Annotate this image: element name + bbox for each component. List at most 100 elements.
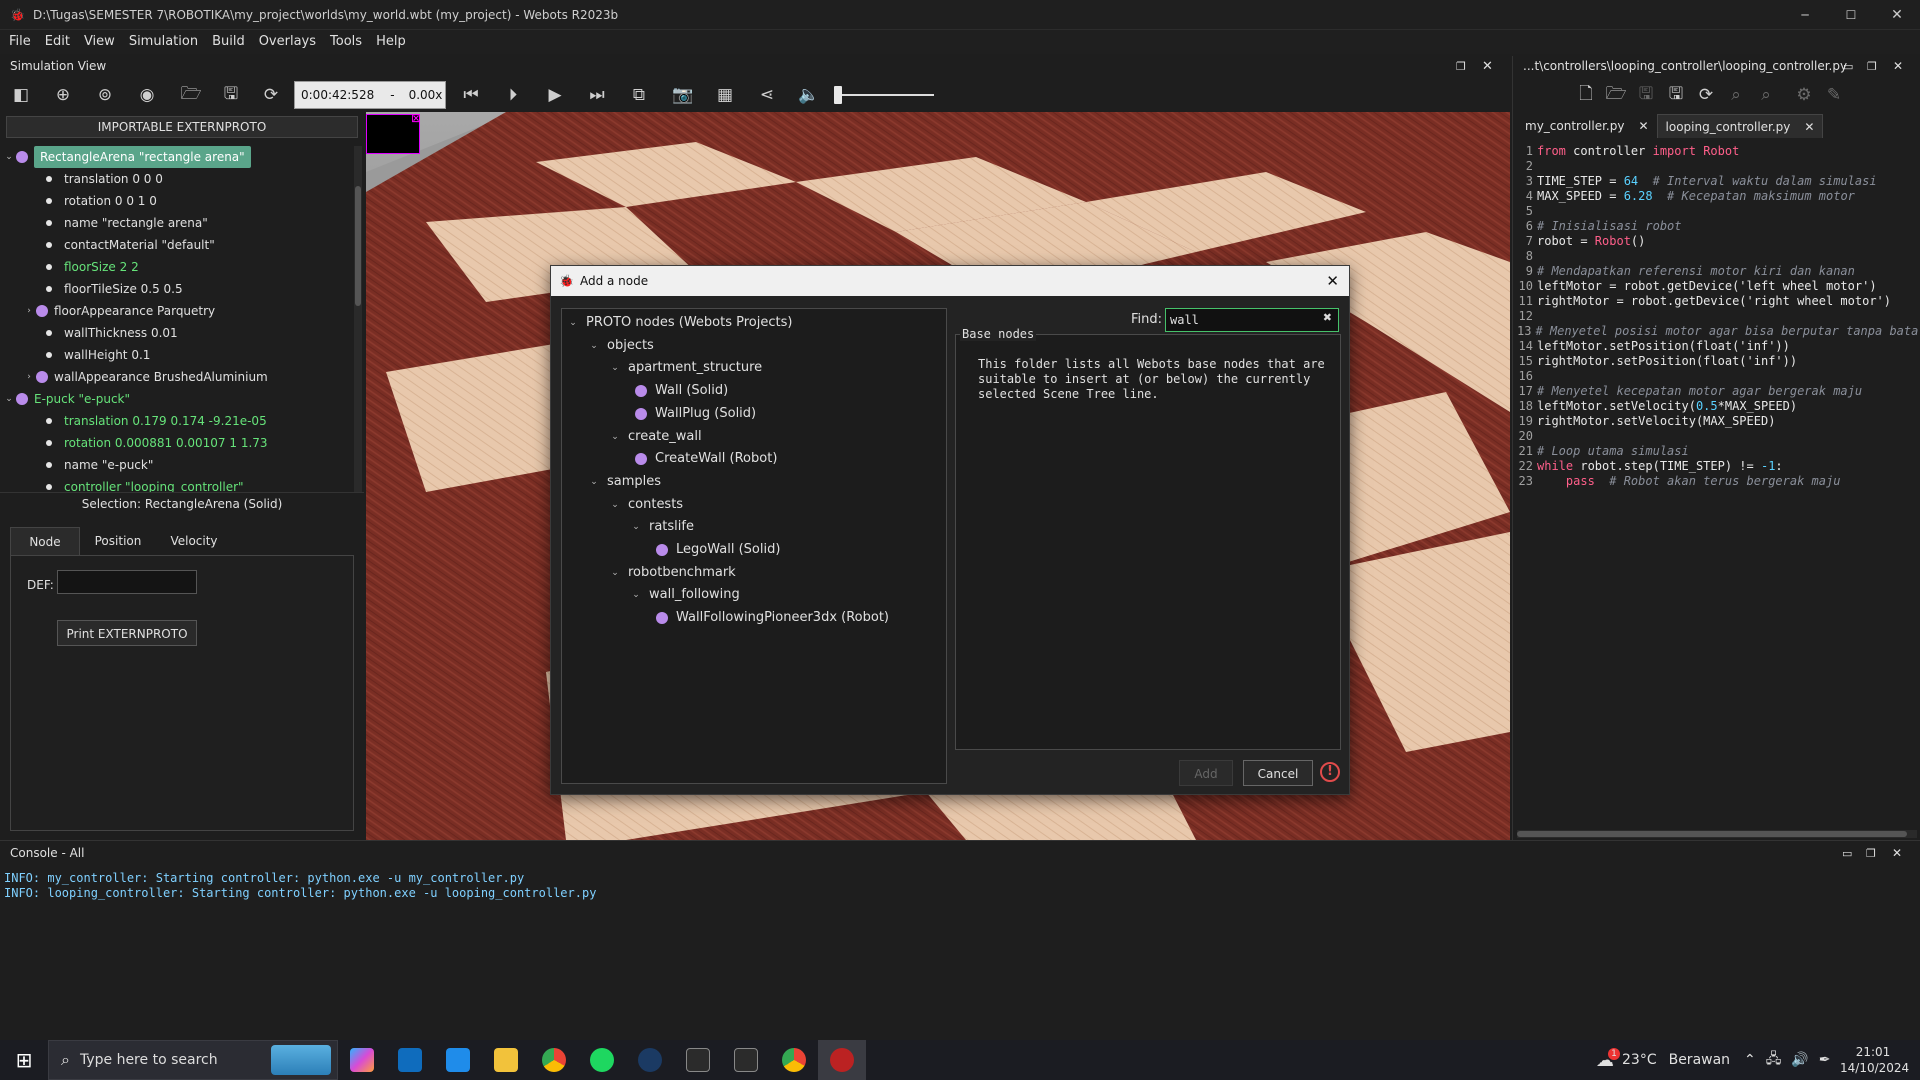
clean-icon[interactable]: ✎	[1821, 82, 1847, 108]
proto-folder-item[interactable]: ⌄ wall_following	[629, 584, 740, 606]
save-world-icon[interactable]: 🖫	[218, 82, 244, 108]
chevron-down-icon[interactable]: ⌄	[587, 335, 601, 357]
chrome-icon[interactable]	[530, 1040, 578, 1080]
run-realtime-icon[interactable]: ▶	[542, 82, 568, 108]
scene-tree-node-row[interactable]: › floorAppearance Parquetry	[0, 300, 352, 322]
hide-scene-tree-icon[interactable]: ◧	[8, 82, 34, 108]
file-explorer-icon[interactable]	[482, 1040, 530, 1080]
float-console-icon[interactable]: ▭	[1842, 847, 1852, 860]
proto-folder-item[interactable]: ⌄ samples	[587, 471, 661, 493]
scene-tree-field-row[interactable]: name "rectangle arena"	[0, 212, 352, 234]
rendering-toggle-icon[interactable]: ⧉	[626, 82, 652, 108]
chevron-down-icon[interactable]: ⌄	[629, 584, 643, 606]
reset-simulation-icon[interactable]: ⏮	[458, 82, 484, 108]
find-icon[interactable]: ⌕	[1723, 82, 1749, 108]
add-node-icon[interactable]: ⊕	[50, 82, 76, 108]
scene-tree-field-row[interactable]: contactMaterial "default"	[0, 234, 352, 256]
chevron-up-icon[interactable]: ⌃	[1744, 1052, 1756, 1068]
scene-tree-field-row[interactable]: floorSize 2 2	[0, 256, 352, 278]
menu-simulation[interactable]: Simulation	[122, 30, 205, 54]
scene-tree-field-row[interactable]: name "e-puck"	[0, 454, 352, 476]
close-panel-icon[interactable]: ✕	[1482, 59, 1493, 74]
menu-help[interactable]: Help	[369, 30, 413, 54]
print-externproto-button[interactable]: Print EXTERNPROTO	[57, 620, 197, 646]
close-console-icon[interactable]: ✕	[1892, 846, 1902, 860]
open-world-icon[interactable]: 🗁	[178, 82, 204, 108]
chevron-down-icon[interactable]: ⌄	[608, 562, 622, 584]
build-gear-icon[interactable]: ⚙	[1791, 82, 1817, 108]
epic-games-icon[interactable]	[722, 1040, 770, 1080]
close-window-button[interactable]: ✕	[1874, 7, 1920, 23]
scene-tree-node-row[interactable]: ⌄ RectangleArena "rectangle arena"	[0, 146, 352, 168]
taskbar-search-box[interactable]: ⌕ Type here to search	[48, 1040, 338, 1080]
add-button[interactable]: Add	[1179, 760, 1233, 786]
close-editor-icon[interactable]: ✕	[1893, 59, 1903, 73]
close-tab-icon[interactable]: ✕	[1638, 119, 1648, 133]
cancel-button[interactable]: Cancel	[1243, 760, 1313, 786]
proto-node-item[interactable]: WallPlug (Solid)	[629, 403, 756, 425]
undock-console-icon[interactable]: ❐	[1866, 847, 1876, 860]
proto-folder-item[interactable]: ⌄ apartment_structure	[608, 357, 762, 379]
menu-view[interactable]: View	[77, 30, 122, 54]
chevron-down-icon[interactable]: ⌄	[587, 471, 601, 493]
clear-find-icon[interactable]: ✖	[1323, 311, 1332, 324]
proto-folder-item[interactable]: ⌄ robotbenchmark	[608, 562, 735, 584]
reload-world-icon[interactable]: ⟳	[258, 82, 284, 108]
scene-tree-field-row[interactable]: floorTileSize 0.5 0.5	[0, 278, 352, 300]
scene-tree-field-row[interactable]: translation 0 0 0	[0, 168, 352, 190]
undock-editor-icon[interactable]: ❐	[1867, 60, 1877, 73]
new-file-icon[interactable]: 🗋	[1573, 82, 1599, 108]
volume-icon[interactable]: 🔊	[1791, 1052, 1808, 1068]
reset-viewpoint-icon[interactable]: ⊚	[92, 82, 118, 108]
close-overlay-icon[interactable]: ⊠	[411, 112, 421, 125]
camera-overlay[interactable]: ⊠	[366, 112, 421, 154]
scene-tree-field-row[interactable]: controller "looping_controller"	[0, 476, 352, 492]
menu-build[interactable]: Build	[205, 30, 252, 54]
console-output[interactable]: INFO: my_controller: Starting controller…	[4, 871, 596, 901]
proto-folder-item[interactable]: ⌄ PROTO nodes (Webots Projects)	[566, 312, 792, 334]
chevron-down-icon[interactable]: ⌄	[608, 357, 622, 379]
def-input[interactable]	[57, 570, 197, 594]
scene-tree-field-row[interactable]: wallThickness 0.01	[0, 322, 352, 344]
proto-folder-item[interactable]: ⌄ ratslife	[629, 516, 694, 538]
menu-edit[interactable]: Edit	[38, 30, 77, 54]
epic-games-icon[interactable]	[674, 1040, 722, 1080]
importable-externproto-button[interactable]: IMPORTABLE EXTERNPROTO	[6, 116, 358, 138]
tab-my-controller[interactable]: my_controller.py ✕	[1517, 114, 1657, 138]
minimize-button[interactable]: ─	[1782, 8, 1828, 22]
copilot-icon[interactable]	[338, 1040, 386, 1080]
editor-h-scrollbar[interactable]	[1517, 830, 1917, 838]
revert-file-icon[interactable]: ⟳	[1693, 82, 1719, 108]
menu-file[interactable]: File	[2, 30, 38, 54]
menu-tools[interactable]: Tools	[323, 30, 369, 54]
mute-speaker-icon[interactable]: 🔈	[796, 82, 822, 108]
proto-node-item[interactable]: Wall (Solid)	[629, 380, 728, 402]
weather-widget[interactable]: ☁ 1 23°C Berawan	[1596, 1040, 1730, 1080]
find-input[interactable]: wall ✖	[1165, 308, 1339, 332]
store-icon[interactable]	[434, 1040, 482, 1080]
menu-overlays[interactable]: Overlays	[252, 30, 323, 54]
tab-node[interactable]: Node	[10, 527, 80, 555]
replace-icon[interactable]: ⌕	[1753, 82, 1779, 108]
proto-node-item[interactable]: WallFollowingPioneer3dx (Robot)	[650, 607, 889, 629]
chevron-right-icon[interactable]: ›	[22, 366, 36, 388]
save-all-icon[interactable]: 🖫	[1663, 82, 1689, 108]
volume-slider[interactable]	[834, 85, 934, 105]
proto-folder-item[interactable]: ⌄ contests	[608, 494, 683, 516]
mail-icon[interactable]	[386, 1040, 434, 1080]
network-icon[interactable]: 🖧	[1766, 1048, 1782, 1072]
chevron-down-icon[interactable]: ⌄	[566, 312, 580, 334]
pen-icon[interactable]: ✒	[1819, 1052, 1831, 1068]
start-button[interactable]: ⊞	[0, 1040, 48, 1080]
proto-node-item[interactable]: LegoWall (Solid)	[650, 539, 780, 561]
float-editor-icon[interactable]: ▭	[1843, 60, 1853, 73]
code-editor[interactable]: 1 from controller import Robot 2 3 TIME_STEP…	[1517, 144, 1919, 824]
visibility-eye-icon[interactable]: ◉	[134, 82, 160, 108]
clock[interactable]: 21:01 14/10/2024	[1840, 1044, 1909, 1076]
open-file-icon[interactable]: 🗁	[1603, 82, 1629, 108]
scene-tree-field-row[interactable]: rotation 0.000881 0.00107 1 1.73	[0, 432, 352, 454]
scene-tree-field-row[interactable]: translation 0.179 0.174 -9.21e-05	[0, 410, 352, 432]
tab-looping-controller[interactable]: looping_controller.py ✕	[1656, 114, 1824, 138]
chevron-down-icon[interactable]: ⌄	[2, 388, 16, 410]
chevron-down-icon[interactable]: ⌄	[629, 516, 643, 538]
